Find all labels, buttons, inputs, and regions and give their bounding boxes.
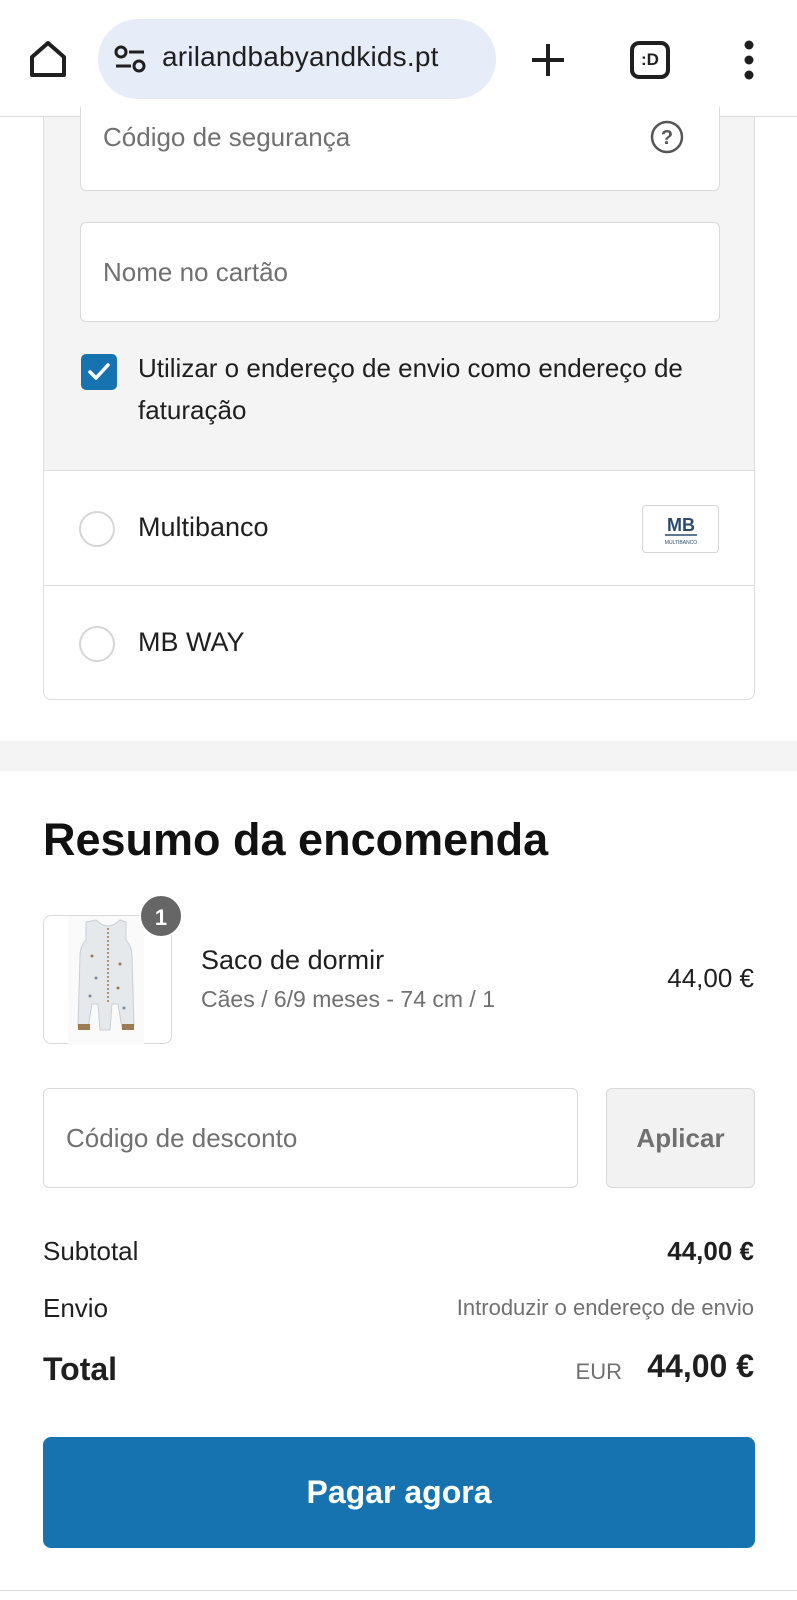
order-summary-title: Resumo da encomenda xyxy=(43,814,549,865)
product-thumbnail: 1 xyxy=(43,894,183,1045)
more-menu-icon[interactable] xyxy=(736,38,762,82)
security-code-input[interactable] xyxy=(81,107,719,167)
checkmark-icon xyxy=(88,363,110,380)
subtotal-label: Subtotal xyxy=(43,1236,139,1266)
multibanco-label: Multibanco xyxy=(138,512,269,542)
total-label: Total xyxy=(43,1351,118,1387)
discount-code-field[interactable] xyxy=(43,1088,578,1188)
apply-discount-button[interactable]: Aplicar xyxy=(606,1088,755,1188)
section-divider xyxy=(0,741,797,771)
multibanco-radio[interactable] xyxy=(79,511,115,547)
product-name: Saco de dormir xyxy=(201,945,385,975)
shipping-value: Introduzir o endereço de envio xyxy=(456,1295,754,1320)
quantity-badge: 1 xyxy=(139,894,183,938)
multibanco-logo: MB MULTIBANCO xyxy=(642,505,719,553)
pay-now-button[interactable]: Pagar agora xyxy=(43,1437,755,1548)
bottom-divider xyxy=(0,1590,797,1591)
discount-code-input[interactable] xyxy=(44,1089,577,1187)
product-price: 44,00 € xyxy=(667,963,754,993)
help-icon[interactable]: ? xyxy=(649,119,685,155)
svg-text:?: ? xyxy=(661,127,673,149)
billing-address-checkbox[interactable] xyxy=(81,354,117,390)
site-settings-icon[interactable] xyxy=(114,44,146,74)
tab-switcher-icon[interactable]: :D xyxy=(630,41,670,79)
mbway-radio[interactable] xyxy=(79,626,115,662)
payment-method-mbway[interactable]: MB WAY xyxy=(43,586,755,700)
security-code-field[interactable]: ? xyxy=(80,107,720,191)
mbway-label: MB WAY xyxy=(138,627,245,657)
product-variant: Cães / 6/9 meses - 74 cm / 1 xyxy=(201,986,496,1012)
name-on-card-input[interactable] xyxy=(81,223,719,321)
tab-count: :D xyxy=(641,50,659,69)
new-tab-icon[interactable] xyxy=(526,38,570,82)
svg-text:MB: MB xyxy=(667,515,695,535)
browser-toolbar: arilandbabyandkids.pt :D xyxy=(0,0,797,117)
address-bar[interactable]: arilandbabyandkids.pt xyxy=(98,19,496,99)
billing-address-label[interactable]: Utilizar o endereço de envio como endere… xyxy=(138,347,718,431)
svg-text:MULTIBANCO: MULTIBANCO xyxy=(665,540,698,546)
payment-method-multibanco[interactable]: Multibanco MB MULTIBANCO xyxy=(43,471,755,586)
url-text[interactable]: arilandbabyandkids.pt xyxy=(162,41,439,73)
shipping-label: Envio xyxy=(43,1293,109,1323)
home-icon[interactable] xyxy=(24,35,72,83)
total-value: 44,00 € xyxy=(647,1348,754,1384)
name-on-card-field[interactable] xyxy=(80,222,720,322)
total-currency: EUR xyxy=(575,1359,622,1384)
subtotal-value: 44,00 € xyxy=(667,1236,754,1266)
card-payment-panel: ? Utilizar o endereço de envio como ende… xyxy=(43,107,755,471)
